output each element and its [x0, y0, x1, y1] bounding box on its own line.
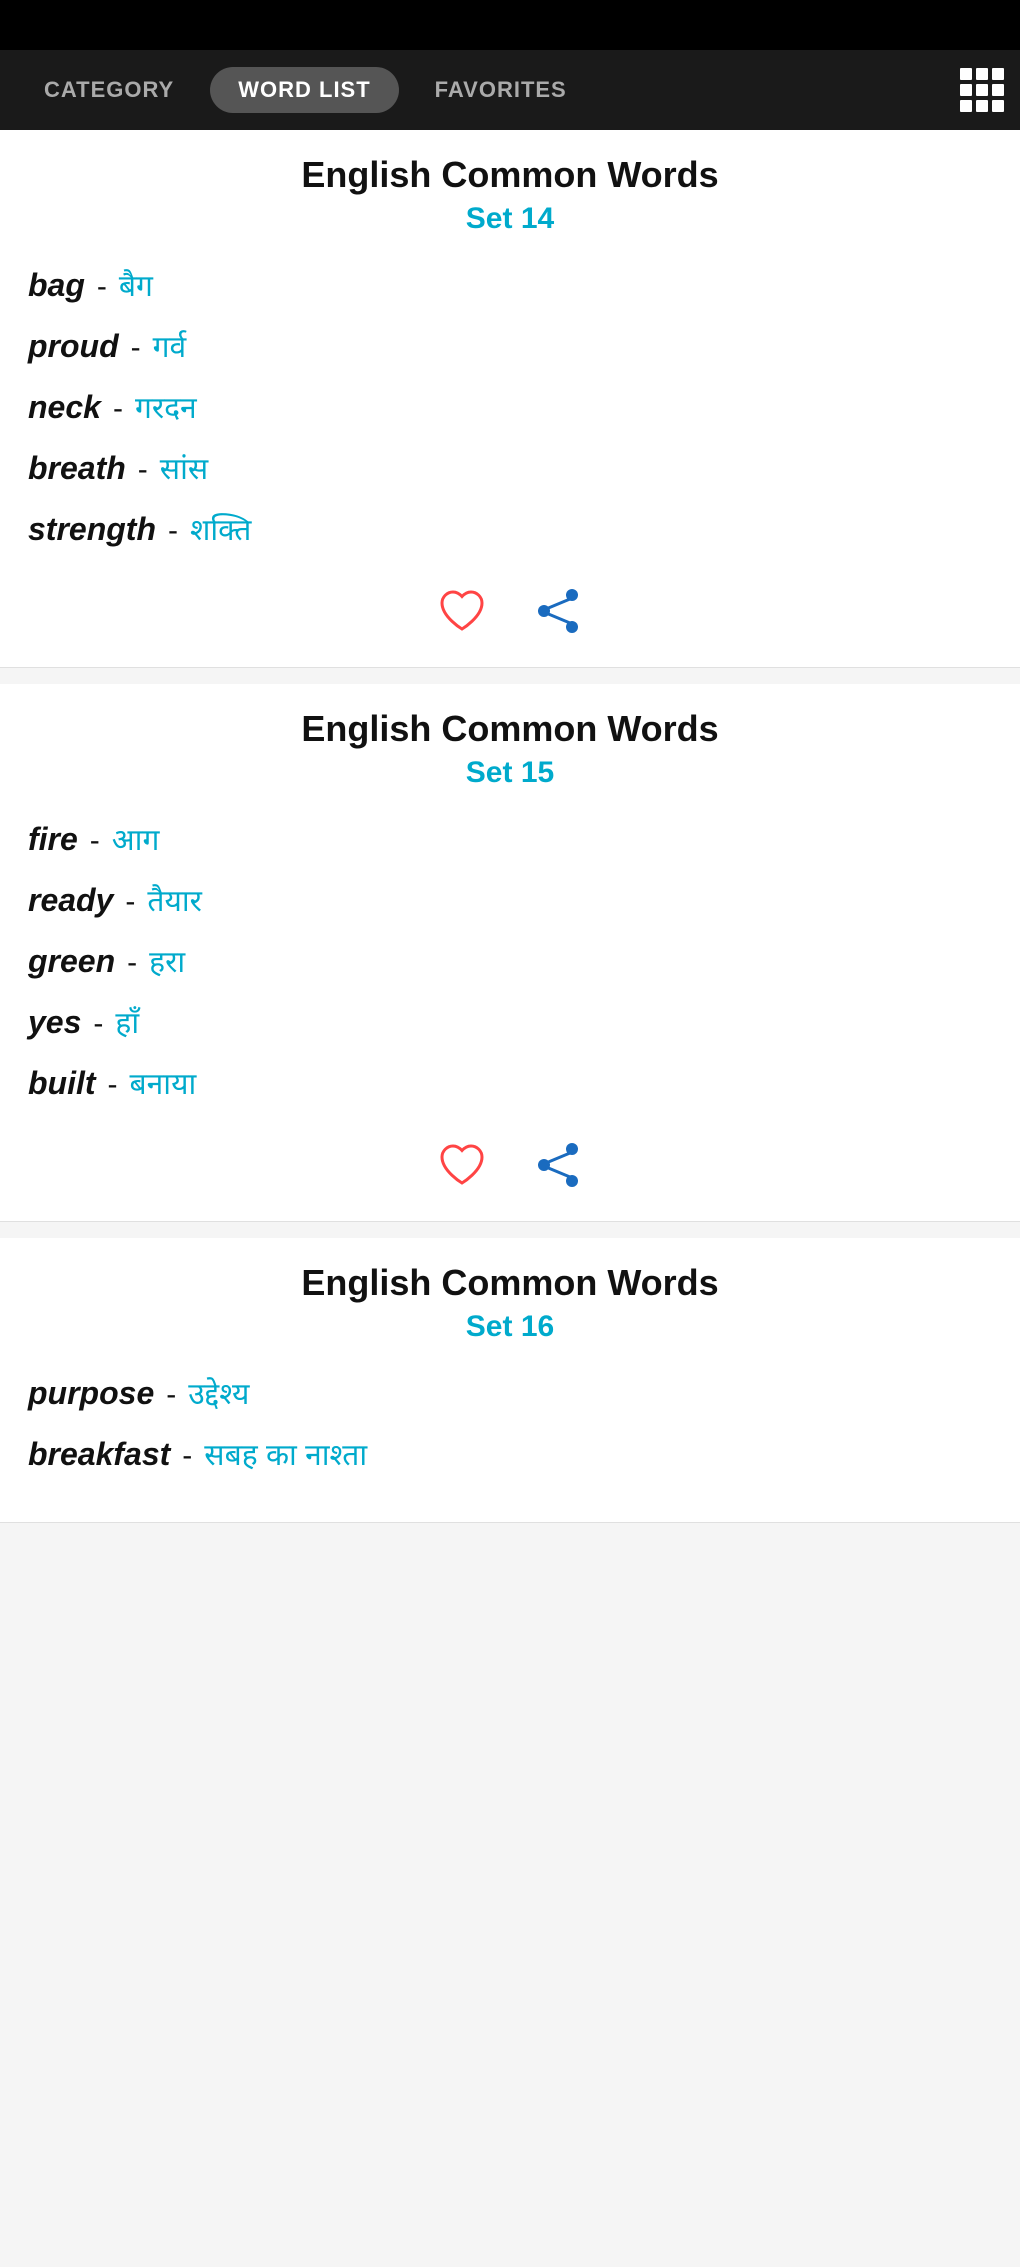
word-row: breakfast - सबह का नाश्ता [28, 1433, 992, 1474]
word-hindi: तैयार [147, 879, 202, 920]
word-dash: - [182, 1439, 192, 1473]
heart-icon [436, 585, 488, 637]
share-icon [532, 1139, 584, 1191]
word-dash: - [90, 824, 100, 858]
word-row: breath - सांस [28, 447, 992, 488]
word-english: breath [28, 450, 126, 487]
word-row: neck - गरदन [28, 386, 992, 427]
word-english: green [28, 943, 115, 980]
word-hindi: आग [112, 818, 160, 859]
grid-dot [976, 100, 988, 112]
word-english: breakfast [28, 1436, 170, 1473]
word-dash: - [108, 1068, 118, 1102]
word-dash: - [127, 946, 137, 980]
word-dash: - [168, 514, 178, 548]
set-subtitle-14: Set 14 [28, 202, 992, 236]
word-row: built - बनाया [28, 1062, 992, 1103]
word-hindi: सांस [160, 447, 208, 488]
word-dash: - [131, 331, 141, 365]
word-row: strength - शक्ति [28, 508, 992, 549]
grid-dot [960, 100, 972, 112]
content-area: English Common Words Set 14 bag - बैग pr… [0, 130, 1020, 2267]
word-row: ready - तैयार [28, 879, 992, 920]
set-title-15: English Common Words [28, 708, 992, 750]
grid-dot [960, 68, 972, 80]
word-english: neck [28, 389, 101, 426]
word-hindi: बैग [119, 264, 153, 305]
word-dash: - [125, 885, 135, 919]
set-title-14: English Common Words [28, 154, 992, 196]
favorite-button-15[interactable] [434, 1137, 490, 1193]
action-buttons-14 [28, 573, 992, 639]
word-set-card-14: English Common Words Set 14 bag - बैग pr… [0, 130, 1020, 668]
tab-word-list[interactable]: WORD LIST [210, 67, 398, 113]
word-set-card-15: English Common Words Set 15 fire - आग re… [0, 684, 1020, 1222]
tab-favorites[interactable]: FAVORITES [407, 67, 595, 113]
word-row: green - हरा [28, 940, 992, 981]
word-hindi: हाँ [115, 1001, 139, 1042]
word-english: proud [28, 328, 119, 365]
word-english: yes [28, 1004, 81, 1041]
word-row: proud - गर्व [28, 325, 992, 366]
word-english: strength [28, 511, 156, 548]
word-row: bag - बैग [28, 264, 992, 305]
word-hindi: बनाया [130, 1062, 197, 1103]
tab-category[interactable]: CATEGORY [16, 67, 202, 113]
nav-bar: CATEGORY WORD LIST FAVORITES [0, 50, 1020, 130]
word-hindi: सबह का नाश्ता [204, 1433, 367, 1474]
grid-dot [960, 84, 972, 96]
word-row: purpose - उद्देश्य [28, 1372, 992, 1413]
word-english: bag [28, 267, 85, 304]
share-button-15[interactable] [530, 1137, 586, 1193]
grid-view-icon[interactable] [960, 68, 1004, 112]
word-row: fire - आग [28, 818, 992, 859]
grid-dot [992, 84, 1004, 96]
heart-icon [436, 1139, 488, 1191]
word-english: purpose [28, 1375, 154, 1412]
word-english: fire [28, 821, 78, 858]
word-hindi: गरदन [135, 386, 197, 427]
word-hindi: हरा [149, 940, 185, 981]
action-buttons-15 [28, 1127, 992, 1193]
status-bar [0, 0, 1020, 50]
grid-dot [992, 68, 1004, 80]
word-dash: - [97, 270, 107, 304]
share-icon [532, 585, 584, 637]
share-button-14[interactable] [530, 583, 586, 639]
grid-dot [976, 68, 988, 80]
word-english: ready [28, 882, 113, 919]
set-subtitle-15: Set 15 [28, 756, 992, 790]
word-hindi: गर्व [153, 325, 187, 366]
set-title-16: English Common Words [28, 1262, 992, 1304]
word-set-card-16: English Common Words Set 16 purpose - उद… [0, 1238, 1020, 1523]
word-english: built [28, 1065, 96, 1102]
word-dash: - [113, 392, 123, 426]
set-subtitle-16: Set 16 [28, 1310, 992, 1344]
word-hindi: शक्ति [190, 508, 251, 549]
favorite-button-14[interactable] [434, 583, 490, 639]
word-dash: - [138, 453, 148, 487]
grid-dot [976, 84, 988, 96]
word-dash: - [93, 1007, 103, 1041]
grid-dot [992, 100, 1004, 112]
word-row: yes - हाँ [28, 1001, 992, 1042]
word-hindi: उद्देश्य [188, 1372, 249, 1413]
word-dash: - [166, 1378, 176, 1412]
